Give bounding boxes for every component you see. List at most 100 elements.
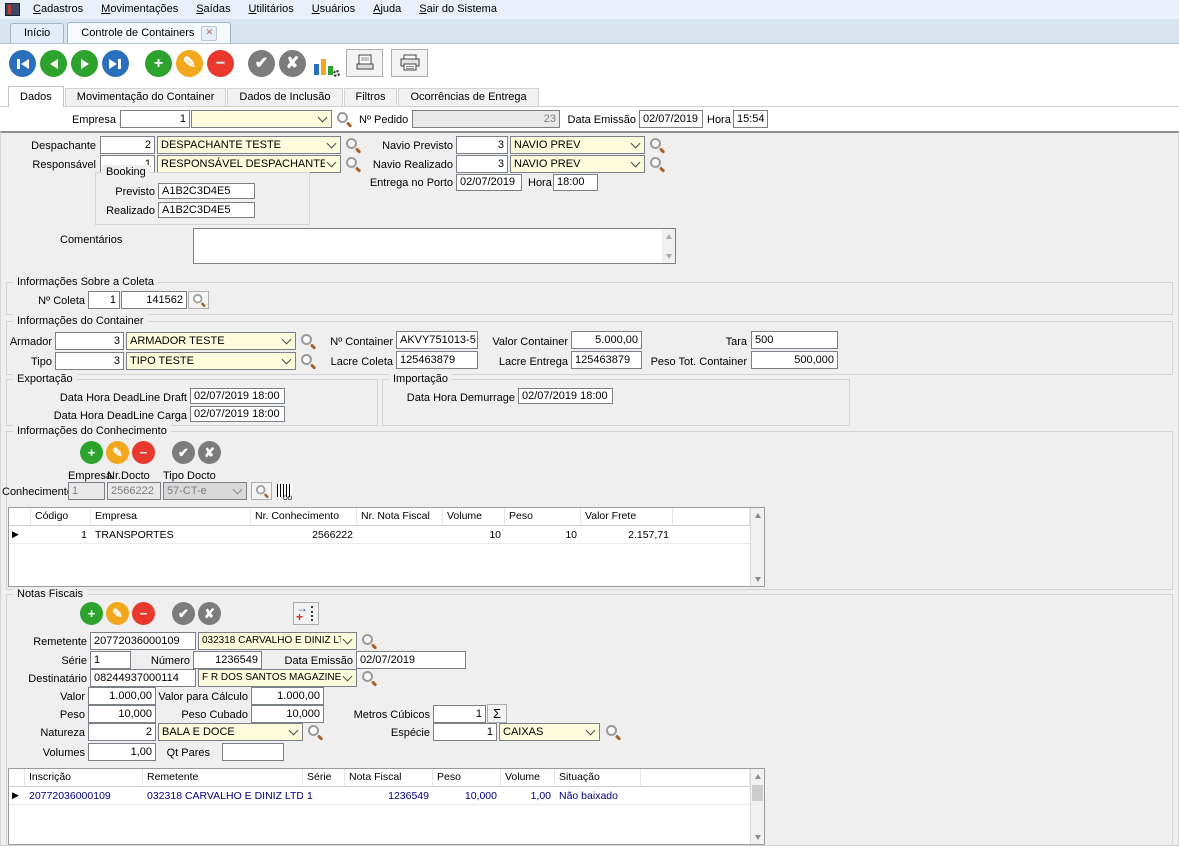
comentarios-textarea[interactable] — [193, 228, 676, 264]
tab-filtros[interactable]: Filtros — [344, 88, 398, 106]
valor-field[interactable]: 1.000,00 — [88, 687, 156, 705]
menu-movimentacoes[interactable]: Movimentações — [92, 0, 187, 19]
responsavel-combo[interactable]: RESPONSÁVEL DESPACHANTE — [157, 155, 341, 173]
menu-usuarios[interactable]: Usuários — [303, 0, 364, 19]
tab-controle-de-containers[interactable]: Controle de Containers ✕ — [67, 22, 231, 43]
menu-ajuda[interactable]: Ajuda — [364, 0, 410, 19]
tab-inicio[interactable]: Início — [10, 23, 64, 43]
col-codigo[interactable]: Código — [31, 508, 91, 525]
natureza-code-field[interactable]: 2 — [88, 723, 156, 741]
conhecimento-confirm-button[interactable]: ✔ — [172, 441, 195, 464]
peso-cubado-field[interactable]: 10,000 — [251, 705, 324, 723]
col-peso[interactable]: Peso — [505, 508, 581, 525]
conhecimento-add-button[interactable]: + — [80, 441, 103, 464]
cancel-button[interactable]: ✘ — [279, 50, 306, 77]
navio-previsto-combo[interactable]: NAVIO PREV — [510, 136, 645, 154]
booking-previsto-field[interactable]: A1B2C3D4E5 — [158, 183, 255, 199]
table-row[interactable]: ▶ 1 TRANSPORTES 2566222 10 10 2.157,71 — [9, 526, 750, 544]
n-coleta-seq-field[interactable]: 1 — [88, 291, 120, 309]
armador-search-icon[interactable] — [300, 333, 316, 349]
notas-delete-button[interactable]: − — [132, 602, 155, 625]
tipo-combo[interactable]: TIPO TESTE — [126, 352, 296, 370]
navio-realizado-code-field[interactable]: 3 — [456, 155, 508, 173]
peso-tot-field[interactable]: 500,000 — [751, 351, 838, 369]
notas-edit-button[interactable]: ✎ — [106, 602, 129, 625]
entrega-hora-field[interactable]: 18:00 — [553, 174, 598, 191]
demurrage-field[interactable]: 02/07/2019 18:00 — [518, 388, 613, 404]
close-tab-icon[interactable]: ✕ — [201, 26, 217, 41]
print-preview-button[interactable] — [346, 49, 383, 77]
coleta-search-button[interactable] — [188, 291, 209, 309]
navio-realizado-search-icon[interactable] — [649, 156, 665, 172]
notas-grid-scrollbar[interactable] — [750, 769, 764, 844]
natureza-search-icon[interactable] — [307, 724, 323, 740]
n-coleta-numero-field[interactable]: 141562 — [121, 291, 187, 309]
scroll-down-icon[interactable] — [662, 249, 675, 263]
numero-field[interactable]: 1236549 — [193, 651, 262, 669]
col-peso[interactable]: Peso — [433, 769, 501, 786]
hora-field[interactable]: 15:54 — [733, 110, 768, 128]
booking-realizado-field[interactable]: A1B2C3D4E5 — [158, 202, 255, 218]
despachante-combo[interactable]: DESPACHANTE TESTE — [157, 136, 341, 154]
qt-pares-field[interactable] — [222, 743, 284, 761]
remetente-combo[interactable]: 032318 CARVALHO E DINIZ LTDA ME — [198, 632, 357, 650]
scroll-down-icon[interactable] — [751, 830, 764, 844]
lacre-entrega-field[interactable]: 125463879 — [571, 351, 642, 369]
natureza-combo[interactable]: BALA E DOCE — [158, 723, 303, 741]
scrollbar-thumb[interactable] — [752, 785, 763, 801]
navio-previsto-search-icon[interactable] — [649, 137, 665, 153]
col-nr-nota-fiscal[interactable]: Nr. Nota Fiscal — [357, 508, 443, 525]
remetente-code-field[interactable]: 20772036000109 — [90, 632, 196, 650]
entrega-porto-data-field[interactable]: 02/07/2019 — [456, 174, 522, 191]
responsavel-search-icon[interactable] — [345, 156, 361, 172]
menu-utilitarios[interactable]: Utilitários — [239, 0, 302, 19]
table-row[interactable]: ▶ 20772036000109 032318 CARVALHO E DINIZ… — [9, 787, 750, 805]
notas-add-button[interactable]: + — [80, 602, 103, 625]
armador-code-field[interactable]: 3 — [55, 332, 124, 350]
col-valor-frete[interactable]: Valor Frete — [581, 508, 673, 525]
menu-saidas[interactable]: Saídas — [187, 0, 239, 19]
especie-code-field[interactable]: 1 — [433, 723, 497, 741]
col-volume[interactable]: Volume — [501, 769, 555, 786]
comentarios-scrollbar[interactable] — [662, 229, 675, 263]
peso-field[interactable]: 10,000 — [88, 705, 156, 723]
print-button[interactable] — [391, 49, 428, 77]
prev-record-button[interactable] — [40, 50, 67, 77]
col-nota-fiscal[interactable]: Nota Fiscal — [345, 769, 433, 786]
last-record-button[interactable] — [102, 50, 129, 77]
deadline-draft-field[interactable]: 02/07/2019 18:00 — [190, 388, 285, 404]
sigma-button[interactable]: Σ — [487, 704, 507, 723]
menu-cadastros[interactable]: Cadastros — [24, 0, 92, 19]
tab-dados[interactable]: Dados — [8, 86, 64, 107]
add-button[interactable]: + — [145, 50, 172, 77]
n-container-field[interactable]: AKVY751013-5 — [396, 331, 478, 349]
col-serie[interactable]: Série — [303, 769, 345, 786]
volumes-field[interactable]: 1,00 — [88, 743, 156, 761]
deadline-carga-field[interactable]: 02/07/2019 18:00 — [190, 406, 285, 422]
conhecimento-search-button[interactable] — [251, 482, 272, 500]
col-volume[interactable]: Volume — [443, 508, 505, 525]
navio-previsto-code-field[interactable]: 3 — [456, 136, 508, 154]
especie-search-icon[interactable] — [605, 724, 621, 740]
tab-dados-de-inclusao[interactable]: Dados de Inclusão — [227, 88, 342, 106]
tab-movimentacao-do-container[interactable]: Movimentação do Container — [65, 88, 227, 106]
despachante-code-field[interactable]: 2 — [100, 136, 155, 154]
tipo-code-field[interactable]: 3 — [55, 352, 124, 370]
destinatario-code-field[interactable]: 08244937000114 — [90, 669, 196, 687]
notas-import-button[interactable]: →+ — [293, 602, 319, 625]
metros-cubicos-field[interactable]: 1 — [433, 705, 486, 723]
empresa-code-field[interactable]: 1 — [120, 110, 190, 128]
scroll-up-icon[interactable] — [662, 229, 675, 243]
edit-button[interactable]: ✎ — [176, 50, 203, 77]
especie-combo[interactable]: CAIXAS — [499, 723, 600, 741]
valor-calculo-field[interactable]: 1.000,00 — [251, 687, 324, 705]
valor-container-field[interactable]: 5.000,00 — [571, 331, 642, 349]
destinatario-search-icon[interactable] — [361, 670, 377, 686]
remetente-search-icon[interactable] — [361, 633, 377, 649]
col-situacao[interactable]: Situação — [555, 769, 641, 786]
col-empresa[interactable]: Empresa — [91, 508, 251, 525]
serie-field[interactable]: 1 — [90, 651, 131, 669]
conhecimento-grid-scrollbar[interactable] — [750, 508, 764, 586]
tipo-search-icon[interactable] — [300, 353, 316, 369]
conhecimento-cancel-button[interactable]: ✘ — [198, 441, 221, 464]
